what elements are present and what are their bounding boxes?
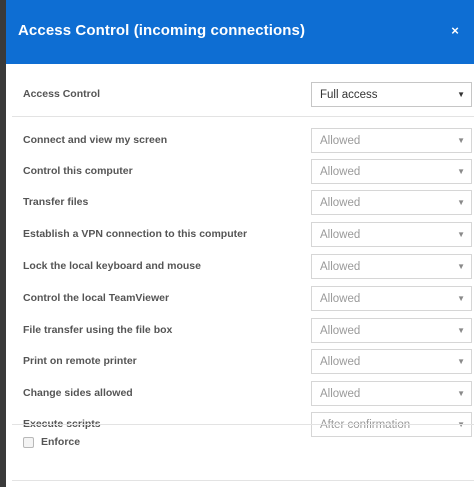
dialog-header: Access Control (incoming connections) × (6, 0, 474, 64)
access-control-value: Full access (320, 89, 378, 101)
permission-select-view-screen[interactable]: Allowed ▼ (311, 128, 472, 153)
permission-row-view-screen: Connect and view my screen Allowed ▼ (6, 128, 474, 154)
chevron-down-icon: ▼ (457, 326, 465, 335)
permission-select-transfer-files[interactable]: Allowed ▼ (311, 190, 472, 215)
permission-value: Allowed (320, 325, 361, 337)
access-control-label: Access Control (23, 88, 101, 100)
chevron-down-icon: ▼ (457, 294, 465, 303)
permission-label: Change sides allowed (23, 387, 133, 399)
permission-label: Establish a VPN connection to this compu… (23, 228, 248, 240)
permission-select-file-box[interactable]: Allowed ▼ (311, 318, 472, 343)
permission-select-vpn[interactable]: Allowed ▼ (311, 222, 472, 247)
access-control-row: Access Control Full access ▼ (6, 82, 474, 108)
window-backdrop: Access Control (incoming connections) × … (0, 0, 474, 487)
permission-value: Allowed (320, 166, 361, 178)
close-icon: × (451, 23, 459, 38)
permission-select-change-sides[interactable]: Allowed ▼ (311, 381, 472, 406)
chevron-down-icon: ▼ (457, 136, 465, 145)
permission-row-transfer-files: Transfer files Allowed ▼ (6, 190, 474, 216)
permission-row-control-computer: Control this computer Allowed ▼ (6, 159, 474, 185)
dialog-title: Access Control (incoming connections) (18, 22, 306, 39)
permission-value: Allowed (320, 135, 361, 147)
section-divider (12, 116, 474, 117)
chevron-down-icon: ▼ (457, 230, 465, 239)
permission-select-lock-input[interactable]: Allowed ▼ (311, 254, 472, 279)
permission-value: After confirmation (320, 419, 411, 431)
permission-select-control-computer[interactable]: Allowed ▼ (311, 159, 472, 184)
chevron-down-icon: ▼ (457, 389, 465, 398)
chevron-down-icon: ▼ (457, 167, 465, 176)
permission-label: File transfer using the file box (23, 324, 173, 336)
permission-row-lock-input: Lock the local keyboard and mouse Allowe… (6, 254, 474, 280)
permission-label: Control the local TeamViewer (23, 292, 170, 304)
permission-label: Connect and view my screen (23, 134, 168, 146)
permission-select-control-teamviewer[interactable]: Allowed ▼ (311, 286, 472, 311)
permission-row-file-box: File transfer using the file box Allowed… (6, 318, 474, 344)
chevron-down-icon: ▼ (457, 357, 465, 366)
permission-value: Allowed (320, 356, 361, 368)
enforce-checkbox[interactable] (23, 437, 34, 448)
access-control-dialog: Access Control (incoming connections) × … (6, 0, 474, 487)
permission-select-remote-printer[interactable]: Allowed ▼ (311, 349, 472, 374)
chevron-down-icon: ▼ (457, 262, 465, 271)
permission-label: Control this computer (23, 165, 133, 177)
permission-value: Allowed (320, 229, 361, 241)
access-control-select[interactable]: Full access ▼ (311, 82, 472, 107)
chevron-down-icon: ▼ (457, 90, 465, 99)
permission-label: Lock the local keyboard and mouse (23, 260, 201, 272)
chevron-down-icon: ▼ (457, 198, 465, 207)
permission-row-vpn: Establish a VPN connection to this compu… (6, 222, 474, 248)
permission-row-control-teamviewer: Control the local TeamViewer Allowed ▼ (6, 286, 474, 312)
permission-value: Allowed (320, 197, 361, 209)
permission-label: Print on remote printer (23, 355, 137, 367)
permission-label: Transfer files (23, 196, 89, 208)
permission-value: Allowed (320, 293, 361, 305)
permission-value: Allowed (320, 261, 361, 273)
permission-row-execute-scripts: Execute scripts After confirmation ▼ (6, 412, 474, 438)
close-button[interactable]: × (446, 20, 464, 42)
permission-row-change-sides: Change sides allowed Allowed ▼ (6, 381, 474, 407)
enforce-divider (12, 424, 474, 425)
permission-row-remote-printer: Print on remote printer Allowed ▼ (6, 349, 474, 375)
permission-value: Allowed (320, 388, 361, 400)
enforce-label: Enforce (41, 436, 81, 448)
bottom-divider (12, 480, 474, 481)
